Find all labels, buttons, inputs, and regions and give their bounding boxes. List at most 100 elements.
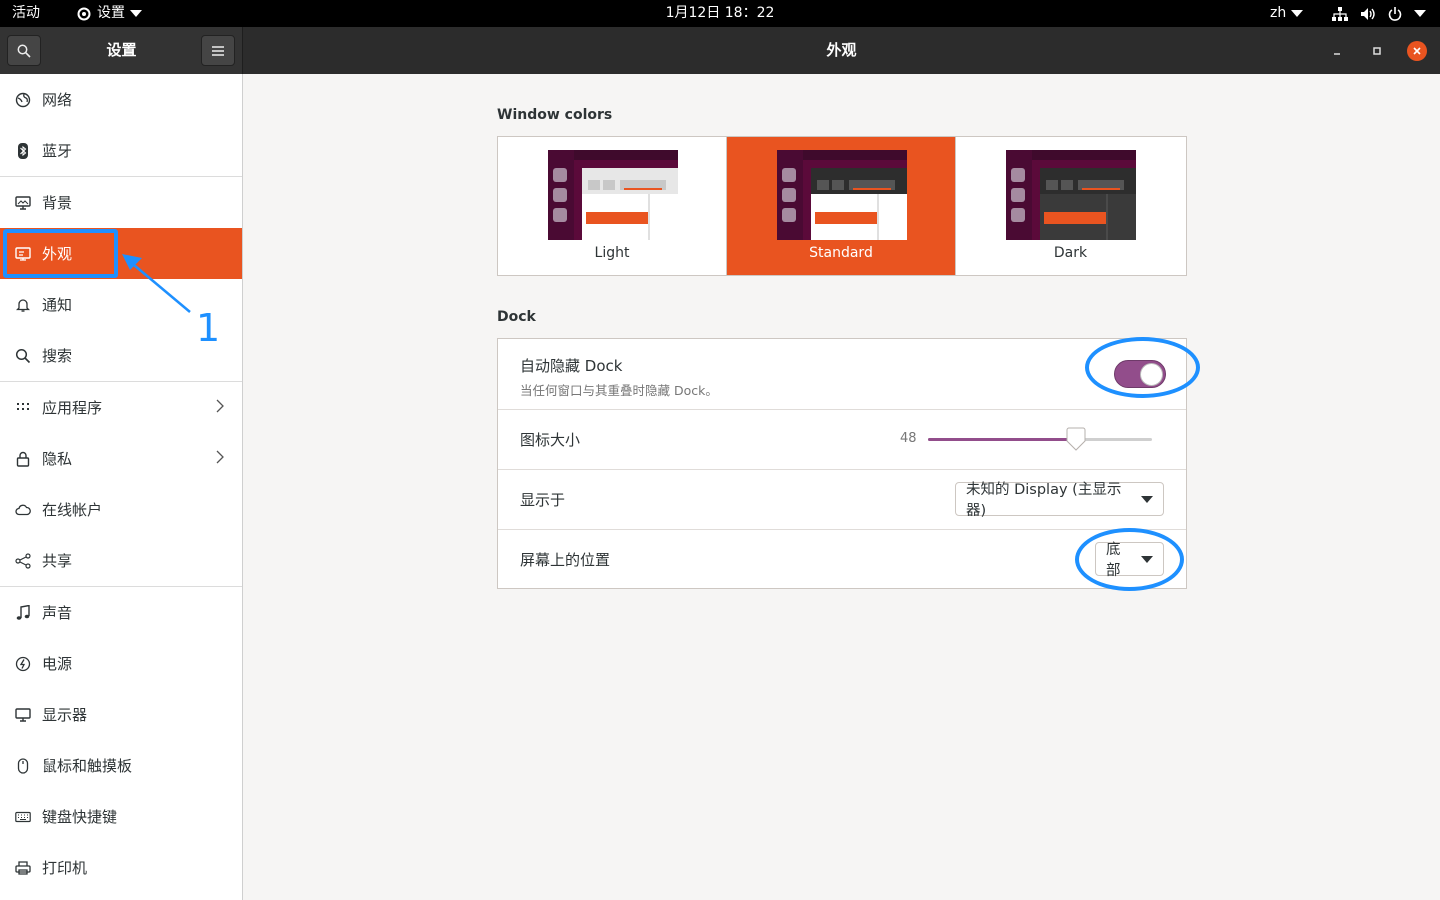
show-on-value: 未知的 Display (主显示器)	[966, 482, 1122, 519]
power-icon	[1388, 6, 1402, 21]
color-option-label: Light	[594, 245, 630, 261]
annotation-arrow-icon	[122, 254, 191, 313]
sidebar-item-printers[interactable]: 打印机	[0, 842, 242, 893]
annotation-highlight-appearance	[3, 229, 118, 278]
sidebar-item-label: 通知	[42, 296, 73, 314]
chevron-down-icon	[130, 10, 142, 17]
sidebar-item-displays[interactable]: 显示器	[0, 689, 242, 740]
chevron-right-icon	[216, 450, 224, 464]
menu-button[interactable]	[201, 35, 235, 66]
color-option-standard[interactable]: Standard	[727, 137, 956, 275]
chevron-right-icon	[216, 399, 224, 413]
clock[interactable]: 1月12日 18：22	[666, 0, 775, 27]
sidebar-item-label: 共享	[42, 552, 73, 570]
sidebar-item-background[interactable]: 背景	[0, 177, 242, 228]
language-menu[interactable]: zh	[1270, 0, 1304, 27]
sidebar-item-online-accounts[interactable]: 在线帐户	[0, 484, 242, 535]
sidebar-item-label: 网络	[42, 91, 73, 109]
background-icon	[14, 194, 32, 212]
app-menu[interactable]: 设置	[76, 0, 142, 27]
sidebar-item-label: 显示器	[42, 706, 88, 724]
dock-heading: Dock	[497, 309, 536, 325]
hamburger-icon	[212, 45, 224, 56]
network-icon	[14, 91, 32, 109]
display-icon	[14, 706, 32, 724]
icon-size-slider-fill	[928, 438, 1076, 441]
sidebar-item-applications[interactable]: 应用程序	[0, 382, 242, 433]
system-menu[interactable]	[1332, 0, 1426, 27]
dark-theme-preview-icon	[1006, 150, 1136, 240]
gear-icon	[77, 7, 91, 20]
autohide-row[interactable]: 自动隐藏 Dock 当任何窗口与其重叠时隐藏 Dock。	[498, 339, 1186, 409]
sidebar-item-keyboard-shortcuts[interactable]: 键盘快捷键	[0, 791, 242, 842]
sidebar-header: 设置	[0, 27, 243, 74]
chevron-down-icon	[1291, 10, 1304, 17]
power-icon	[14, 655, 32, 673]
color-option-dark[interactable]: Dark	[956, 137, 1185, 275]
appearance-panel: Window colors Light Standard Dark Dock 自…	[244, 74, 1440, 900]
annotation-step-number: 1	[196, 306, 221, 350]
activities-button[interactable]: 活动	[12, 0, 40, 27]
sidebar-item-privacy[interactable]: 隐私	[0, 433, 242, 484]
sidebar-item-power[interactable]: 电源	[0, 638, 242, 689]
show-on-row: 显示于 未知的 Display (主显示器)	[498, 470, 1186, 529]
icon-size-slider-handle[interactable]	[1065, 427, 1087, 452]
sidebar-item-network[interactable]: 网络	[0, 74, 242, 125]
activities-label: 活动	[12, 5, 40, 21]
maximize-button[interactable]	[1367, 41, 1387, 61]
bell-icon	[14, 296, 32, 314]
sidebar-item-mouse-touchpad[interactable]: 鼠标和触摸板	[0, 740, 242, 791]
sidebar-item-label: 应用程序	[42, 399, 103, 417]
window-colors-heading: Window colors	[497, 107, 613, 123]
icon-size-label: 图标大小	[520, 431, 581, 449]
light-theme-preview-icon	[548, 150, 678, 240]
standard-theme-preview-icon	[777, 150, 907, 240]
show-on-label: 显示于	[520, 491, 566, 509]
cloud-icon	[14, 501, 32, 519]
app-menu-label: 设置	[97, 5, 125, 21]
sidebar-item-label: 打印机	[42, 859, 88, 877]
color-option-label: Standard	[809, 245, 873, 261]
search-icon	[17, 44, 31, 58]
printer-icon	[14, 859, 32, 877]
sidebar-item-sharing[interactable]: 共享	[0, 535, 242, 586]
bluetooth-icon	[14, 142, 32, 160]
sidebar-item-label: 鼠标和触摸板	[42, 757, 133, 775]
network-wired-icon	[1332, 6, 1348, 21]
sidebar-item-label: 搜索	[42, 347, 73, 365]
lock-icon	[14, 450, 32, 468]
sidebar-item-label: 蓝牙	[42, 142, 73, 160]
chevron-down-icon	[1414, 10, 1426, 17]
share-icon	[14, 552, 32, 570]
close-button[interactable]	[1407, 41, 1427, 61]
sidebar-item-label: 电源	[42, 655, 73, 673]
close-icon	[1413, 47, 1421, 55]
music-note-icon	[14, 604, 32, 622]
sidebar-item-label: 在线帐户	[42, 501, 103, 519]
show-on-dropdown[interactable]: 未知的 Display (主显示器)	[955, 482, 1164, 519]
color-option-light[interactable]: Light	[498, 137, 727, 275]
position-label: 屏幕上的位置	[520, 551, 611, 569]
restore-icon	[1373, 47, 1381, 55]
sidebar-item-label: 隐私	[42, 450, 73, 468]
chevron-down-icon	[1141, 495, 1153, 503]
sidebar-item-label: 背景	[42, 194, 73, 212]
autohide-description: 当任何窗口与其重叠时隐藏 Dock。	[520, 383, 718, 398]
volume-icon	[1361, 7, 1375, 20]
keyboard-icon	[14, 808, 32, 826]
search-button[interactable]	[7, 35, 41, 66]
sidebar-item-sound[interactable]: 声音	[0, 587, 242, 638]
window-colors-selector: Light Standard Dark	[497, 136, 1187, 276]
sidebar-item-bluetooth[interactable]: 蓝牙	[0, 125, 242, 176]
minimize-icon	[1334, 53, 1340, 55]
annotation-circle-autohide	[1085, 337, 1200, 398]
sidebar: 网络 蓝牙 背景 外观 通知 搜索 应用程序 隐私 在线帐户 共享 声音 电源 …	[0, 74, 243, 900]
sidebar-item-label: 声音	[42, 604, 73, 622]
icon-size-row: 图标大小 48	[498, 410, 1186, 469]
apps-grid-icon	[14, 399, 32, 417]
minimize-button[interactable]	[1327, 41, 1347, 61]
annotation-circle-position	[1075, 528, 1184, 591]
top-panel: 活动 设置 1月12日 18：22 zh	[0, 0, 1440, 27]
search-icon	[14, 347, 32, 365]
icon-size-value: 48	[900, 431, 917, 446]
